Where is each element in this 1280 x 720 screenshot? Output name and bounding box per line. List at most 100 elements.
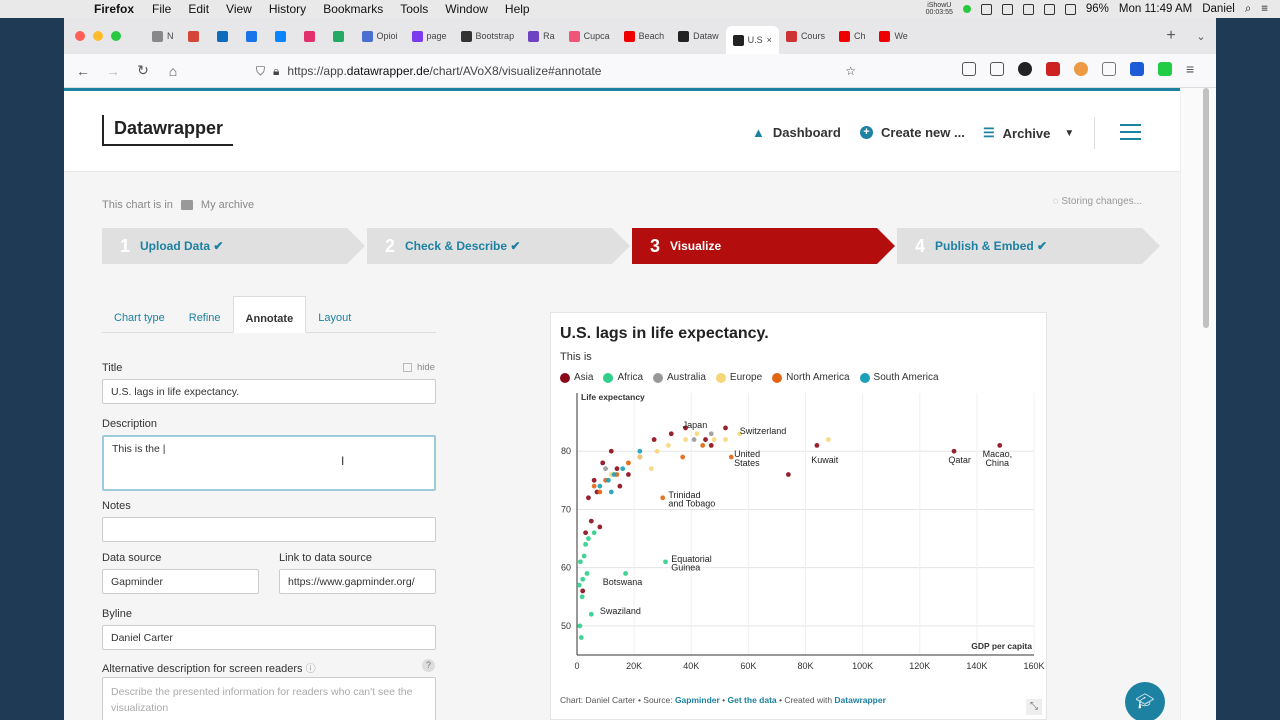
archive-link[interactable]: ☰ Archive ▼	[983, 125, 1074, 141]
resize-handle-icon[interactable]: ⤡	[1026, 699, 1042, 715]
tab-refine[interactable]: Refine	[177, 296, 233, 333]
step-visualize[interactable]: 3 Visualize	[632, 228, 895, 264]
app-menu[interactable]: Firefox	[94, 2, 134, 16]
menu-history[interactable]: History	[269, 2, 306, 16]
close-tab-icon[interactable]: ×	[767, 35, 772, 45]
dashboard-link[interactable]: ▲ Dashboard	[752, 125, 841, 140]
browser-tab[interactable]: page	[405, 22, 454, 50]
minimize-window-button[interactable]	[93, 31, 103, 41]
browser-tab[interactable]: Ch	[832, 22, 873, 50]
help-graduation-cap-icon[interactable]: 🎓︎	[1125, 682, 1165, 720]
close-window-button[interactable]	[75, 31, 85, 41]
extension-green-icon[interactable]	[1158, 62, 1172, 76]
browser-tab[interactable]	[297, 22, 326, 50]
menu-edit[interactable]: Edit	[188, 2, 209, 16]
tab-layout[interactable]: Layout	[306, 296, 363, 333]
zoom-window-button[interactable]	[111, 31, 121, 41]
download-icon[interactable]	[1001, 3, 1013, 15]
alt-text-textarea[interactable]: Describe the presented information for r…	[102, 677, 436, 720]
footer-tool-link[interactable]: Datawrapper	[834, 695, 886, 705]
menu-bookmarks[interactable]: Bookmarks	[323, 2, 383, 16]
browser-tab[interactable]: Opioi	[355, 22, 405, 50]
breadcrumb-folder[interactable]: My archive	[201, 199, 254, 211]
datawrapper-logo[interactable]: Datawrapper	[102, 115, 234, 146]
step-check-describe[interactable]: 2 Check & Describe ✔	[367, 228, 630, 264]
volume-icon[interactable]	[1064, 3, 1076, 15]
menu-window[interactable]: Window	[445, 2, 488, 16]
browser-tab[interactable]: N	[145, 22, 181, 50]
user-name[interactable]: Daniel	[1202, 3, 1235, 15]
title-input[interactable]: U.S. lags in life expectancy.	[102, 379, 436, 404]
extension-blue-icon[interactable]	[1130, 62, 1144, 76]
pocket-icon[interactable]	[962, 62, 976, 76]
step-upload-data[interactable]: 1 Upload Data ✔	[102, 228, 365, 264]
back-icon[interactable]: ←	[68, 63, 98, 79]
info-icon[interactable]: ⓘ	[306, 664, 316, 675]
annotation-label: Japan	[683, 420, 708, 430]
extension-red-icon[interactable]	[1046, 62, 1060, 76]
description-textarea[interactable]: This is the |	[102, 435, 436, 491]
tab-list-chevron-icon[interactable]: ⌄	[1186, 30, 1216, 43]
byline-input[interactable]: Daniel Carter	[102, 625, 436, 650]
tab-chart-type[interactable]: Chart type	[102, 296, 177, 333]
screen-icon[interactable]	[1022, 3, 1034, 15]
extension-color-icon[interactable]	[1074, 62, 1088, 76]
get-data-link[interactable]: Get the data	[728, 695, 777, 705]
reader-icon[interactable]	[1102, 62, 1116, 76]
browser-tab[interactable]: Dataw	[671, 22, 726, 50]
browser-tab[interactable]	[239, 22, 268, 50]
shield-icon[interactable]: ⛉	[256, 64, 265, 79]
step-label: Visualize	[670, 239, 722, 253]
spotlight-icon[interactable]: ⌕	[1245, 3, 1251, 16]
bookmark-star-icon[interactable]: ☆	[845, 64, 856, 78]
data-point	[723, 425, 728, 431]
browser-tab[interactable]	[326, 22, 355, 50]
clock[interactable]: Mon 11:49 AM	[1119, 3, 1192, 15]
scrollbar[interactable]	[1180, 88, 1216, 720]
downloads-icon[interactable]	[990, 62, 1004, 76]
menu-view[interactable]: View	[226, 2, 252, 16]
data-point	[606, 477, 611, 483]
tab-favicon-icon	[216, 30, 228, 42]
reload-icon[interactable]: ↻	[128, 62, 158, 79]
browser-tab[interactable]: We	[872, 22, 914, 50]
link-source-input[interactable]: https://www.gapminder.org/	[279, 569, 436, 594]
browser-tab[interactable]	[210, 22, 239, 50]
menu-file[interactable]: File	[152, 2, 171, 16]
control-center-icon[interactable]: ≡	[1261, 3, 1268, 15]
browser-tab[interactable]: Bootstrap	[454, 22, 522, 50]
browser-tab[interactable]: Cupca	[562, 22, 617, 50]
forward-icon[interactable]: →	[98, 63, 128, 79]
home-icon[interactable]: ⌂	[158, 63, 188, 79]
dropbox-icon[interactable]	[980, 3, 992, 15]
app-menu-icon[interactable]: ≡	[1186, 62, 1200, 76]
menu-tools[interactable]: Tools	[400, 2, 428, 16]
data-point	[586, 536, 591, 541]
notes-input[interactable]	[102, 517, 436, 542]
step-publish-embed[interactable]: 4 Publish & Embed ✔	[897, 228, 1160, 264]
scrollbar-thumb[interactable]	[1203, 88, 1209, 328]
create-new-link[interactable]: + Create new ...	[860, 125, 965, 140]
browser-tab[interactable]: Cours	[779, 22, 832, 50]
browser-tab[interactable]: Ra	[521, 22, 562, 50]
battery-level[interactable]: 96%	[1086, 3, 1109, 15]
browser-tab[interactable]	[268, 22, 297, 50]
recorder-indicator[interactable]: iShowU 00:03:55	[926, 2, 953, 16]
tab-annotate[interactable]: Annotate	[232, 296, 307, 333]
annotation-label: and Tobago	[668, 499, 715, 509]
data-source-input[interactable]: Gapminder	[102, 569, 259, 594]
wifi-icon[interactable]	[1043, 3, 1055, 15]
browser-tab[interactable]: Beach	[617, 22, 672, 50]
help-icon[interactable]: ?	[422, 659, 435, 672]
new-tab-button[interactable]: +	[1156, 27, 1186, 45]
hamburger-menu-icon[interactable]	[1120, 124, 1141, 145]
menu-help[interactable]: Help	[505, 2, 530, 16]
browser-tab[interactable]	[181, 22, 210, 50]
footer-source-link[interactable]: Gapminder	[675, 695, 720, 705]
footer-created: • Created with	[776, 695, 835, 705]
hide-title-checkbox[interactable]: hide	[403, 362, 435, 373]
url-bar[interactable]: ⛉ 🔒︎ https://app.datawrapper.de/chart/AV…	[256, 58, 856, 84]
browser-tab[interactable]: U.S ×	[725, 26, 779, 54]
data-point	[814, 443, 820, 448]
extension-dark-icon[interactable]	[1018, 62, 1032, 76]
